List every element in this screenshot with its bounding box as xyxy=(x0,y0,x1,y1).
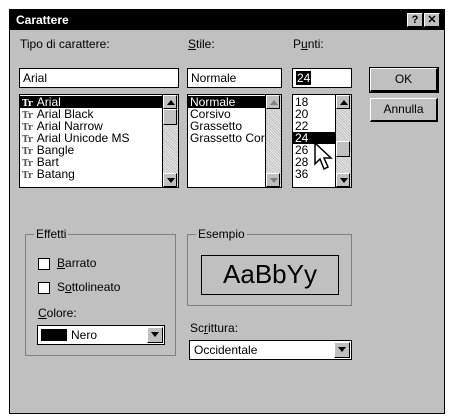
size-input-value: 24 xyxy=(296,71,312,85)
font-list[interactable]: Tr Arial Tr Arial Black Tr Arial Narrow Tr Aria… xyxy=(19,94,179,188)
arrow-up-icon xyxy=(167,100,175,105)
scroll-up-button[interactable] xyxy=(163,95,177,109)
style-label: Stile: xyxy=(188,37,215,51)
color-select[interactable]: Nero xyxy=(37,325,165,345)
help-button[interactable]: ? xyxy=(407,13,423,27)
underline-checkbox[interactable] xyxy=(38,282,50,294)
color-value: Nero xyxy=(71,328,98,342)
script-label: Scrittura: xyxy=(190,321,239,335)
effects-legend: Effetti xyxy=(34,227,69,241)
help-icon: ? xyxy=(411,14,419,26)
color-label: Colore: xyxy=(38,306,77,320)
font-list-item[interactable]: Tr Batang xyxy=(20,167,178,181)
style-list[interactable]: Normale Corsivo Grassetto Grassetto Corsi xyxy=(187,94,282,188)
arrow-up-icon xyxy=(270,100,278,105)
font-list-item-label: Batang xyxy=(36,167,75,181)
script-value: Occidentale xyxy=(194,343,258,357)
scroll-up-button[interactable] xyxy=(336,95,350,109)
scroll-thumb[interactable] xyxy=(163,109,177,125)
scroll-down-button[interactable] xyxy=(336,173,350,187)
style-list-scrollbar[interactable] xyxy=(265,95,281,187)
cancel-button[interactable]: Annulla xyxy=(370,98,438,122)
close-button[interactable]: ✕ xyxy=(424,13,440,27)
underline-label: Sottolineato xyxy=(57,280,121,294)
truetype-icon: Tr xyxy=(22,171,33,181)
size-list[interactable]: 18 20 22 24 26 28 36 xyxy=(292,94,352,188)
effects-group: Effetti Barrato Sottolineato Colore: Ner… xyxy=(25,227,176,356)
font-dialog: Carattere ? ✕ Tipo di carattere: Arial T… xyxy=(9,9,445,414)
dialog-title: Carattere xyxy=(16,13,69,27)
chevron-down-icon xyxy=(338,347,346,352)
scroll-thumb[interactable] xyxy=(336,141,350,157)
scroll-up-button[interactable] xyxy=(266,95,280,109)
script-dropdown-button[interactable] xyxy=(334,342,350,358)
strike-label: Barrato xyxy=(57,256,97,270)
mouse-cursor-icon xyxy=(314,142,333,171)
title-bar: Carattere xyxy=(10,10,444,30)
size-label: Punti: xyxy=(293,37,324,51)
font-label: Tipo di carattere: xyxy=(20,37,110,51)
arrow-down-icon xyxy=(340,178,348,183)
scroll-down-button[interactable] xyxy=(163,173,177,187)
script-select[interactable]: Occidentale xyxy=(189,340,352,360)
sample-preview: AaBbYy xyxy=(201,255,339,295)
chevron-down-icon xyxy=(151,332,159,337)
close-icon: ✕ xyxy=(427,14,437,26)
sample-legend: Esempio xyxy=(196,227,247,241)
font-input[interactable]: Arial xyxy=(19,68,179,88)
size-list-scrollbar[interactable] xyxy=(335,95,351,187)
color-swatch xyxy=(41,329,67,341)
font-list-scrollbar[interactable] xyxy=(162,95,178,187)
strike-checkbox[interactable] xyxy=(38,258,50,270)
arrow-down-icon xyxy=(167,178,175,183)
sample-group: Esempio AaBbYy xyxy=(187,227,352,306)
color-dropdown-button[interactable] xyxy=(147,327,163,343)
size-list-item-label: 36 xyxy=(295,167,309,181)
size-input[interactable]: 24 xyxy=(292,68,352,88)
ok-button[interactable]: OK xyxy=(369,67,439,93)
arrow-down-icon xyxy=(270,178,278,183)
scroll-down-button[interactable] xyxy=(266,173,280,187)
style-list-item-label: Grassetto Corsi xyxy=(190,131,274,145)
arrow-up-icon xyxy=(340,100,348,105)
style-input[interactable]: Normale xyxy=(187,68,282,88)
